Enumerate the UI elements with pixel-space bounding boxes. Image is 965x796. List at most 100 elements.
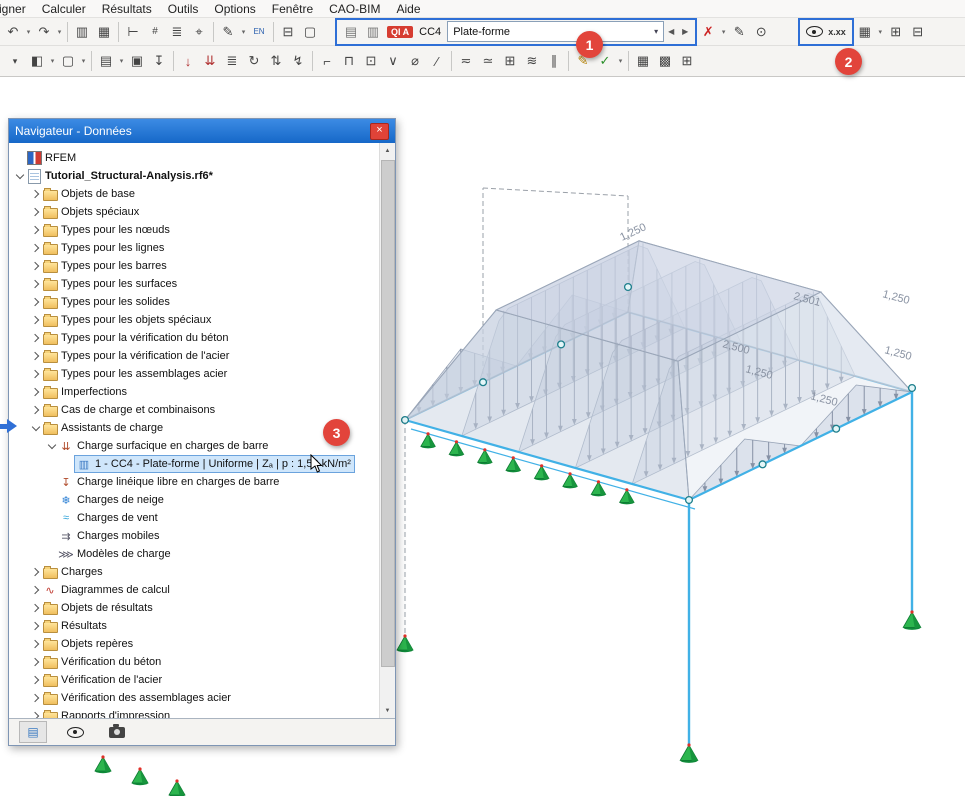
- tree-item[interactable]: Vérification de l'acier: [9, 671, 380, 689]
- tree-expander[interactable]: [29, 224, 42, 237]
- load-case-combobox[interactable]: Plate-forme ▾: [447, 21, 665, 42]
- tree-item[interactable]: Types pour la vérification du béton: [9, 329, 380, 347]
- tree-item[interactable]: Types pour les solides: [9, 293, 380, 311]
- nav-tab-views[interactable]: [103, 721, 131, 743]
- delete-loads-icon-dropdown[interactable]: ▾: [719, 28, 728, 36]
- tree-expander[interactable]: [29, 278, 42, 291]
- tree-item[interactable]: ⇉ Charges mobiles: [9, 527, 380, 545]
- visual-style-icon-dropdown[interactable]: ▾: [117, 57, 126, 65]
- check-icon-dropdown[interactable]: ▾: [616, 57, 625, 65]
- tree-item[interactable]: Tutorial_Structural-Analysis.rf6*: [9, 167, 380, 185]
- tree-item[interactable]: RFEM: [9, 149, 380, 167]
- window-layout-icon[interactable]: ▦: [93, 21, 115, 43]
- tree-item[interactable]: Objets repères: [9, 635, 380, 653]
- box-tool-icon[interactable]: ⊡: [360, 50, 382, 72]
- tree-expander[interactable]: [29, 206, 42, 219]
- load-cases-toggle-icon[interactable]: ▥: [362, 21, 384, 43]
- language-icon[interactable]: EN: [248, 21, 270, 43]
- projection-icon[interactable]: ↧: [148, 50, 170, 72]
- tree-item[interactable]: Types pour les assemblages acier: [9, 365, 380, 383]
- frame-tool-icon[interactable]: ⊓: [338, 50, 360, 72]
- tree-item[interactable]: Vérification des assemblages acier: [9, 689, 380, 707]
- tree-item[interactable]: ⋙ Modèles de charge: [9, 545, 380, 563]
- tree-item[interactable]: Cas de charge et combinaisons: [9, 401, 380, 419]
- tree-item[interactable]: Types pour les objets spéciaux: [9, 311, 380, 329]
- tree-item[interactable]: Types pour les nœuds: [9, 221, 380, 239]
- impact-load-icon[interactable]: ↯: [287, 50, 309, 72]
- tree-expander[interactable]: [29, 260, 42, 273]
- tree-expander[interactable]: [29, 368, 42, 381]
- dual-view-icon[interactable]: ⊟: [277, 21, 299, 43]
- tree-item[interactable]: ↧ Charge linéique libre en charges de bar…: [9, 473, 380, 491]
- tree-item[interactable]: Types pour les lignes: [9, 239, 380, 257]
- tree-expander[interactable]: [45, 440, 58, 453]
- tree-item[interactable]: Types pour la vérification de l'acier: [9, 347, 380, 365]
- undo-icon-dropdown[interactable]: ▾: [24, 28, 33, 36]
- tree-item[interactable]: ▥ 1 - CC4 - Plate-forme | Uniforme | Zₐ |…: [9, 455, 380, 473]
- moment-load-icon[interactable]: ↻: [243, 50, 265, 72]
- tree-item[interactable]: Objets spéciaux: [9, 203, 380, 221]
- tree-expander[interactable]: [29, 656, 42, 669]
- tree-expander[interactable]: [29, 296, 42, 309]
- tree-item[interactable]: Types pour les surfaces: [9, 275, 380, 293]
- grid-a-icon[interactable]: ▦: [632, 50, 654, 72]
- undo-icon[interactable]: ↶: [2, 21, 24, 43]
- tree-expander[interactable]: [29, 386, 42, 399]
- tree-expander[interactable]: [29, 350, 42, 363]
- similar-icon[interactable]: ≃: [477, 50, 499, 72]
- tree-expander[interactable]: [29, 710, 42, 718]
- tree-expander[interactable]: [29, 584, 42, 597]
- diameter-tool-icon[interactable]: ⌀: [404, 50, 426, 72]
- tree-expander[interactable]: [29, 620, 42, 633]
- tree-expander[interactable]: [29, 674, 42, 687]
- numeric-values-button[interactable]: x.xx: [825, 21, 849, 43]
- tree-item[interactable]: Vérification du béton: [9, 653, 380, 671]
- nav-tab-display[interactable]: [61, 721, 89, 743]
- solid-model-icon[interactable]: ▣: [126, 50, 148, 72]
- tree-item[interactable]: Types pour les barres: [9, 257, 380, 275]
- renumber-icon[interactable]: #: [144, 21, 166, 43]
- tree-expander[interactable]: [29, 332, 42, 345]
- tables-icon-dropdown[interactable]: ▾: [876, 28, 885, 36]
- report-icon[interactable]: ⊞: [885, 21, 907, 43]
- tree-item[interactable]: Charges: [9, 563, 380, 581]
- angle-tool-icon[interactable]: ∨: [382, 50, 404, 72]
- previous-load-case-button[interactable]: ◀: [664, 27, 678, 36]
- tree-item[interactable]: Résultats: [9, 617, 380, 635]
- delete-loads-icon[interactable]: ✗: [697, 21, 719, 43]
- visual-style-icon[interactable]: ▤: [95, 50, 117, 72]
- scrollbar-thumb[interactable]: [381, 160, 395, 667]
- clipping-box-icon[interactable]: ▢: [57, 50, 79, 72]
- redo-icon-dropdown[interactable]: ▾: [55, 28, 64, 36]
- clipping-box-icon-dropdown[interactable]: ▾: [79, 57, 88, 65]
- tree-item[interactable]: ≈ Charges de vent: [9, 509, 380, 527]
- tree-expander[interactable]: [29, 566, 42, 579]
- edit-load-icon[interactable]: ✎: [728, 21, 750, 43]
- approx-icon[interactable]: ≂: [455, 50, 477, 72]
- center-target-icon[interactable]: ⌖: [188, 21, 210, 43]
- window-new-icon[interactable]: ▥: [71, 21, 93, 43]
- menu-item-fen-tre[interactable]: Fenêtre: [264, 2, 321, 16]
- grid-plus-icon[interactable]: ⊞: [499, 50, 521, 72]
- tree-expander[interactable]: [29, 602, 42, 615]
- display-filter-icon[interactable]: ◧: [26, 50, 48, 72]
- print-icon[interactable]: ⊟: [907, 21, 929, 43]
- tree-expander[interactable]: [29, 404, 42, 417]
- tree-expander[interactable]: [13, 170, 26, 183]
- grid-c-icon[interactable]: ⊞: [676, 50, 698, 72]
- menu-item-igner[interactable]: igner: [0, 2, 34, 16]
- corner-tool-icon[interactable]: ⌐: [316, 50, 338, 72]
- tree-item[interactable]: ∿ Diagrammes de calcul: [9, 581, 380, 599]
- pen-settings-icon[interactable]: ✎: [217, 21, 239, 43]
- tree-expander[interactable]: [29, 242, 42, 255]
- tree-expander[interactable]: [29, 692, 42, 705]
- menu-item-outils[interactable]: Outils: [160, 2, 207, 16]
- display-filter-icon-dropdown[interactable]: ▾: [48, 57, 57, 65]
- loads-display-toggle-icon[interactable]: ▤: [340, 21, 362, 43]
- nav-tab-data[interactable]: ▤: [19, 721, 47, 743]
- redo-icon[interactable]: ↷: [33, 21, 55, 43]
- tree-expander[interactable]: [29, 422, 42, 435]
- tree-item[interactable]: Objets de base: [9, 185, 380, 203]
- tables-icon[interactable]: ▦: [854, 21, 876, 43]
- member-load-icon[interactable]: ⇊: [199, 50, 221, 72]
